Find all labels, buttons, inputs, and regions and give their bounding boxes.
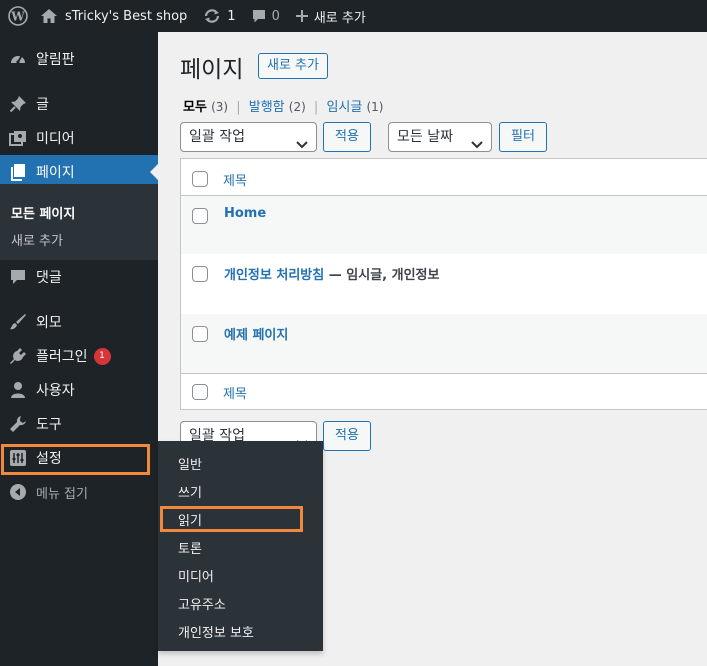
menu-users[interactable]: 사용자 [0, 373, 158, 407]
menu-plugins[interactable]: 플러그인 1 [0, 339, 158, 373]
comment-icon [0, 268, 36, 286]
new-content-label: 새로 추가 [313, 10, 366, 26]
row-title-link[interactable]: Home [224, 206, 266, 221]
column-title-header[interactable]: 제목 [223, 170, 247, 189]
plugin-icon [0, 347, 36, 365]
menu-label: 메뉴 접기 [36, 486, 88, 502]
table-row: 개인정보 처리방침 — 임시글, 개인정보 [181, 254, 707, 314]
pin-icon [0, 95, 36, 113]
column-title-footer[interactable]: 제목 [223, 383, 247, 402]
menu-tools[interactable]: 도구 [0, 407, 158, 441]
reading-highlight-box [160, 506, 303, 532]
apply-button-bottom[interactable]: 적용 [323, 421, 371, 451]
row-checkbox[interactable] [192, 208, 208, 224]
menu-dashboard[interactable]: 알림판 [0, 42, 158, 76]
separator: | [236, 100, 241, 115]
select-all-checkbox-footer[interactable] [192, 384, 208, 400]
separator: | [313, 100, 319, 115]
updates-icon [203, 8, 221, 24]
new-content-link[interactable]: 새로 추가 [288, 0, 374, 32]
date-filter-value: 모든 날짜 [397, 129, 453, 145]
chevron-down-icon [296, 132, 308, 160]
menu-media[interactable]: 미디어 [0, 121, 158, 155]
brush-icon [0, 313, 36, 331]
row-checkbox[interactable] [192, 266, 208, 282]
view-draft-link[interactable]: 임시글 [326, 100, 362, 115]
bulk-action-select-top[interactable]: 일괄 작업 [180, 122, 317, 152]
site-name: sTricky's Best shop [65, 8, 188, 24]
svg-text:W: W [10, 10, 25, 24]
select-all-checkbox[interactable] [192, 171, 208, 187]
menu-comments[interactable]: 댓글 [0, 260, 158, 294]
menu-label: 글 [36, 97, 49, 113]
wordpress-logo-icon[interactable]: W [0, 0, 36, 32]
admin-sidebar: 알림판 글 미디어 페이지 모든 페이지 새로 추가 댓글 외모 플러그인 1 … [0, 32, 158, 666]
plus-icon [295, 10, 308, 22]
comment-bubble-icon [252, 9, 266, 24]
add-new-page-button[interactable]: 새로 추가 [258, 53, 328, 79]
table-header-row: 제목 [181, 159, 707, 196]
updates-count: 1 [227, 8, 236, 24]
view-published-link[interactable]: 발행함 [249, 100, 285, 115]
view-draft-count: (1) [366, 100, 384, 114]
menu-label: 미디어 [36, 131, 75, 147]
pages-submenu: 모든 페이지 새로 추가 [0, 184, 158, 260]
menu-label: 댓글 [36, 270, 62, 286]
dashboard-icon [0, 50, 36, 68]
flyout-writing[interactable]: 쓰기 [178, 482, 202, 501]
row-title-link[interactable]: 예제 페이지 [224, 324, 288, 343]
submenu-add-new[interactable]: 새로 추가 [11, 230, 63, 249]
date-filter-select[interactable]: 모든 날짜 [388, 122, 492, 152]
page-icon [0, 163, 36, 181]
flyout-permalinks[interactable]: 고유주소 [178, 594, 226, 613]
menu-collapse[interactable]: 메뉴 접기 [0, 475, 158, 509]
view-all-link[interactable]: 모두 [183, 100, 207, 115]
table-row: Home [181, 196, 707, 254]
flyout-privacy[interactable]: 개인정보 보호 [178, 622, 254, 641]
menu-label: 페이지 [36, 165, 75, 181]
view-all-count: (3) [211, 100, 229, 114]
flyout-media[interactable]: 미디어 [178, 566, 214, 585]
menu-appearance[interactable]: 외모 [0, 305, 158, 339]
flyout-discussion[interactable]: 토론 [178, 538, 202, 557]
comments-count: 0 [271, 8, 280, 24]
plugins-update-badge: 1 [93, 347, 111, 365]
collapse-icon [0, 483, 36, 501]
pages-table: 제목 Home 개인정보 처리방침 — 임시글, 개인정보 예제 페이지 제목 [180, 158, 707, 410]
home-icon [40, 8, 58, 24]
status-filter-links: 모두 (3) | 발행함 (2) | 임시글 (1) [183, 96, 383, 115]
row-checkbox[interactable] [192, 326, 208, 342]
site-name-link[interactable]: sTricky's Best shop [36, 0, 195, 32]
table-row: 예제 페이지 [181, 314, 707, 373]
settings-flyout-menu: 일반 쓰기 읽기 토론 미디어 고유주소 개인정보 보호 [158, 441, 323, 651]
wrench-icon [0, 415, 36, 433]
admin-bar: W sTricky's Best shop 1 0 새로 추가 [0, 0, 707, 32]
row-title-link[interactable]: 개인정보 처리방침 — 임시글, 개인정보 [224, 264, 439, 283]
menu-label: 사용자 [36, 383, 75, 399]
comments-link[interactable]: 0 [244, 0, 288, 32]
updates-link[interactable]: 1 [195, 0, 243, 32]
view-published-count: (2) [288, 100, 306, 114]
menu-label: 도구 [36, 417, 62, 433]
page-title: 페이지 [180, 57, 244, 83]
flyout-general[interactable]: 일반 [178, 454, 202, 473]
menu-label: 플러그인 [36, 349, 88, 365]
user-icon [0, 381, 36, 399]
settings-highlight-box [1, 444, 150, 475]
chevron-down-icon [471, 132, 483, 160]
bulk-action-value: 일괄 작업 [189, 129, 245, 145]
filter-button[interactable]: 필터 [499, 122, 547, 152]
menu-label: 외모 [36, 315, 62, 331]
submenu-all-pages[interactable]: 모든 페이지 [11, 203, 75, 222]
menu-posts[interactable]: 글 [0, 87, 158, 121]
apply-button-top[interactable]: 적용 [323, 122, 371, 152]
table-footer-row: 제목 [181, 373, 707, 410]
menu-label: 알림판 [36, 52, 75, 68]
media-icon [0, 129, 36, 147]
